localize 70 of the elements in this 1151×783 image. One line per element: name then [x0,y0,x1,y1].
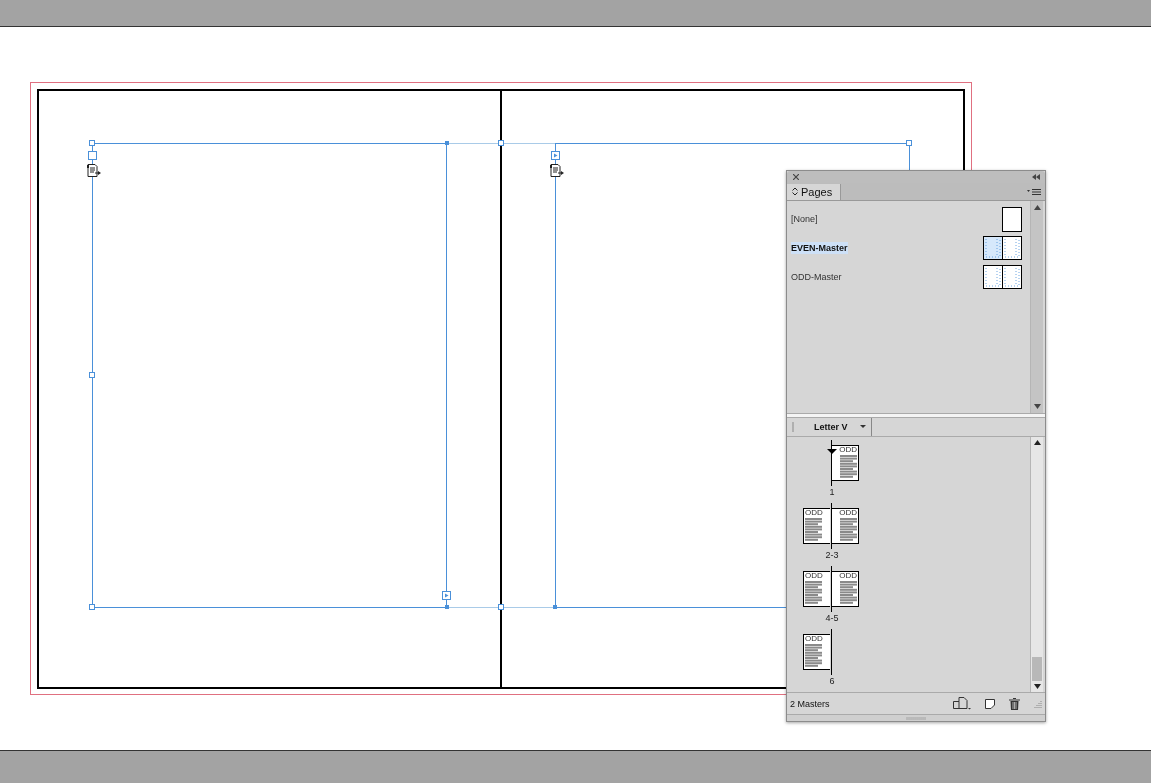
trash-icon[interactable] [1009,697,1020,710]
page-thumbnail[interactable]: ODD [832,571,859,608]
text-lines-icon [840,581,857,605]
out-port[interactable] [442,591,451,600]
text-lines-icon [805,581,822,605]
master-thumbnail [1002,206,1022,232]
selection-handle[interactable] [89,372,95,378]
scroll-up-icon[interactable] [1033,440,1041,446]
text-lines-icon [840,518,857,542]
master-prefix: ODD [839,572,857,581]
page-thumbnail[interactable]: ODD [803,634,830,671]
selection-handle[interactable] [906,140,912,146]
master-name: [None] [791,213,818,226]
grip-icon[interactable] [906,716,926,720]
close-icon[interactable] [793,173,799,180]
selection-handle[interactable] [89,140,95,146]
master-prefix: ODD [805,635,823,644]
selection-handle[interactable] [498,140,504,146]
sort-arrows-icon [792,187,798,197]
master-prefix: ODD [805,572,823,581]
panel-title: Pages [801,185,833,198]
edit-page-size-icon[interactable] [953,697,971,711]
page-thumbnail[interactable]: ODD [832,445,859,482]
master-prefix: ODD [839,509,857,518]
text-lines-icon [805,644,822,668]
panel-tab[interactable]: Pages [787,183,842,200]
text-lines-icon [805,518,822,542]
panel-menu-icon[interactable] [1027,187,1041,196]
master-prefix: ODD [839,446,857,455]
selection-handle[interactable] [445,605,449,609]
scroll-up-icon[interactable] [1033,204,1041,210]
text-thread-icon [87,164,101,177]
scroll-thumb[interactable] [1032,657,1042,682]
scrollbar[interactable] [1030,437,1043,693]
scrollbar[interactable] [1030,200,1043,413]
page-number: 4-5 [824,613,840,624]
master-item[interactable]: ODD-Master [787,262,1030,292]
spread-thumbnail[interactable]: ODD ODD [803,566,860,613]
page-size-dropdown[interactable]: Letter V [794,418,872,436]
in-port[interactable] [88,151,97,160]
page-number: 1 [828,487,836,498]
spread-thumbnail[interactable]: ODD [803,629,860,676]
new-page-icon[interactable] [985,698,995,709]
page-thumbnail[interactable]: ODD [832,508,859,545]
master-item[interactable]: [None] [787,204,1030,234]
selection-handle[interactable] [445,141,449,145]
master-name: EVEN-Master [791,242,848,255]
spread-thumbnail[interactable]: ODD [803,440,860,487]
page-thumbnail[interactable]: ODD [803,508,830,545]
text-thread-icon [550,164,564,177]
in-port[interactable] [551,151,560,160]
page-thumbnail[interactable]: ODD [803,571,830,608]
resize-grip-icon[interactable] [1034,699,1042,708]
scroll-down-icon[interactable] [1033,684,1041,690]
page-number: 2-3 [824,550,840,561]
collapse-icon[interactable] [1032,173,1040,180]
master-thumbnail [983,236,1022,261]
spread-thumbnail[interactable]: ODD ODD [803,503,860,550]
selection-handle[interactable] [553,605,557,609]
master-thumbnail [983,265,1022,290]
master-item[interactable]: EVEN-Master [787,233,1030,263]
master-prefix: ODD [805,509,823,518]
selection-handle[interactable] [498,604,504,610]
masters-count: 2 Masters [790,698,830,709]
text-lines-icon [840,455,857,479]
master-name: ODD-Master [791,271,842,284]
page-number: 6 [828,676,836,687]
caret-icon [859,425,866,429]
selection-handle[interactable] [89,604,95,610]
scroll-down-icon[interactable] [1033,403,1041,409]
